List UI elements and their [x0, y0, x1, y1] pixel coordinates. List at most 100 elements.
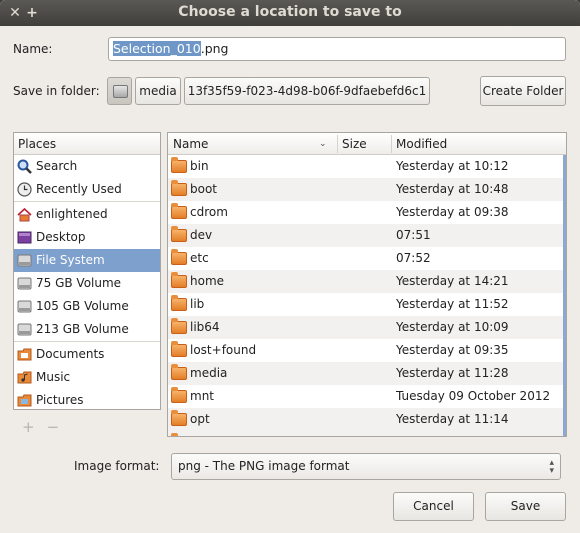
table-row[interactable]: mnt Tuesday 09 October 2012 [168, 385, 566, 408]
path-volume-button[interactable]: 13f35f59-f023-4d98-b06f-9dfaebefd6c1 [184, 77, 430, 105]
folder-icon [171, 364, 187, 380]
file-name: mnt [190, 389, 214, 403]
sidebar-item-75-gb-volume[interactable]: 75 GB Volume [14, 272, 160, 295]
sidebar-item-recently-used[interactable]: Recently Used [14, 178, 160, 201]
sidebar-item-label: Music [36, 370, 71, 384]
folder-icon [171, 410, 187, 426]
sidebar-item-enlightened[interactable]: enlightened [14, 203, 160, 226]
sidebar-item-213-gb-volume[interactable]: 213 GB Volume [14, 318, 160, 341]
save-dialog: ✕ + Choose a location to save to Name: S… [0, 0, 580, 533]
table-row[interactable]: dev 07:51 [168, 224, 566, 247]
file-modified: Yesterday at 10:12 [396, 159, 509, 173]
table-row[interactable]: lib Yesterday at 11:52 [168, 293, 566, 316]
file-name: lib [190, 297, 205, 311]
sidebar-item-label: Documents [36, 347, 105, 361]
image-format-value: png - The PNG image format [178, 459, 350, 473]
sidebar-item-pictures[interactable]: Pictures [14, 389, 160, 409]
table-row[interactable]: lib64 Yesterday at 10:09 [168, 316, 566, 339]
places-add-remove: +− [22, 418, 71, 436]
table-row[interactable]: opt Yesterday at 11:14 [168, 408, 566, 431]
remove-place-button[interactable]: − [47, 418, 72, 436]
table-row[interactable]: cdrom Yesterday at 09:38 [168, 201, 566, 224]
table-row[interactable]: boot Yesterday at 10:48 [168, 178, 566, 201]
folder-icon [171, 180, 187, 196]
recent-icon [17, 182, 32, 197]
file-name: boot [190, 182, 218, 196]
window-title: Choose a location to save to [178, 4, 402, 20]
drive-icon [17, 253, 32, 268]
image-format-select[interactable]: png - The PNG image format ▴ ▾ [171, 453, 561, 480]
file-modified: 07:52 [396, 251, 431, 265]
combo-arrows-icon: ▴ ▾ [549, 458, 554, 476]
file-modified: Yesterday at 09:38 [396, 205, 509, 219]
cancel-button[interactable]: Cancel [393, 492, 474, 521]
table-row[interactable]: lost+found Yesterday at 09:35 [168, 339, 566, 362]
file-modified: Yesterday at 10:09 [396, 320, 509, 334]
scrollbar[interactable] [563, 155, 566, 436]
music-icon [17, 370, 32, 385]
sidebar-item-label: enlightened [36, 207, 108, 221]
home-icon [17, 207, 32, 222]
name-label: Name: [13, 42, 53, 56]
sidebar-item-label: Search [36, 159, 78, 173]
folder-icon [171, 318, 187, 334]
file-modified: Yesterday at 09:35 [396, 343, 509, 357]
title-bar: ✕ + Choose a location to save to [0, 0, 580, 26]
column-size[interactable]: Size [342, 137, 367, 151]
table-row[interactable] [168, 431, 566, 436]
file-modified: Yesterday at 11:52 [396, 297, 509, 311]
sidebar-item-label: 75 GB Volume [36, 276, 122, 290]
file-modified: Yesterday at 14:21 [396, 274, 509, 288]
sidebar-item-search[interactable]: Search [14, 155, 160, 178]
table-row[interactable]: etc 07:52 [168, 247, 566, 270]
folder-icon [171, 387, 187, 403]
save-in-folder-label: Save in folder: [13, 84, 100, 98]
sidebar-item-desktop[interactable]: Desktop [14, 226, 160, 249]
drive-icon [17, 276, 32, 291]
folder-icon [171, 295, 187, 311]
table-row[interactable]: bin Yesterday at 10:12 [168, 155, 566, 178]
sidebar-item-label: Desktop [36, 230, 86, 244]
sidebar-item-label: Recently Used [36, 182, 122, 196]
column-name[interactable]: Name [173, 137, 208, 151]
save-button[interactable]: Save [485, 492, 566, 521]
sidebar-item-label: File System [36, 253, 105, 267]
image-format-label: Image format: [74, 459, 160, 473]
sidebar-item-documents[interactable]: Documents [14, 343, 160, 366]
folder-icon [171, 203, 187, 219]
drive-icon [17, 322, 32, 337]
path-media-button[interactable]: media [135, 77, 181, 105]
sidebar-item-label: 105 GB Volume [36, 299, 129, 313]
places-header: Places [14, 133, 160, 155]
create-folder-button[interactable]: Create Folder [480, 76, 566, 106]
column-divider [391, 135, 392, 153]
file-name: media [190, 366, 228, 380]
table-row[interactable]: home Yesterday at 14:21 [168, 270, 566, 293]
sidebar-item-105-gb-volume[interactable]: 105 GB Volume [14, 295, 160, 318]
file-modified: Yesterday at 11:28 [396, 366, 509, 380]
drive-icon [113, 85, 128, 98]
file-modified: Tuesday 09 October 2012 [396, 389, 551, 403]
sort-down-icon: ⌄ [319, 139, 327, 149]
column-modified[interactable]: Modified [396, 137, 447, 151]
folder-icon [171, 226, 187, 242]
sidebar-item-label: 213 GB Volume [36, 322, 129, 336]
column-divider [337, 135, 338, 153]
sidebar-item-music[interactable]: Music [14, 366, 160, 389]
sidebar-item-file-system[interactable]: File System [14, 249, 160, 272]
file-name: lost+found [190, 343, 257, 357]
places-sidebar: Places Search Recently Used enlightened Des… [13, 132, 161, 410]
file-name: etc [190, 251, 209, 265]
add-place-button[interactable]: + [22, 418, 47, 436]
sidebar-item-label: Pictures [36, 393, 84, 407]
folder-icon [171, 433, 178, 436]
path-root-button[interactable] [107, 77, 132, 105]
filename-input[interactable]: Selection_010.png [108, 37, 566, 61]
table-row[interactable]: media Yesterday at 11:28 [168, 362, 566, 385]
file-list-header: Name ⌄ Size Modified [168, 133, 566, 155]
file-name: home [190, 274, 225, 288]
file-rows: bin Yesterday at 10:12 boot Yesterday at 10… [168, 155, 566, 436]
search-icon [17, 159, 32, 174]
places-list: Search Recently Used enlightened Desktop Fil… [14, 155, 160, 409]
drive-icon [17, 299, 32, 314]
